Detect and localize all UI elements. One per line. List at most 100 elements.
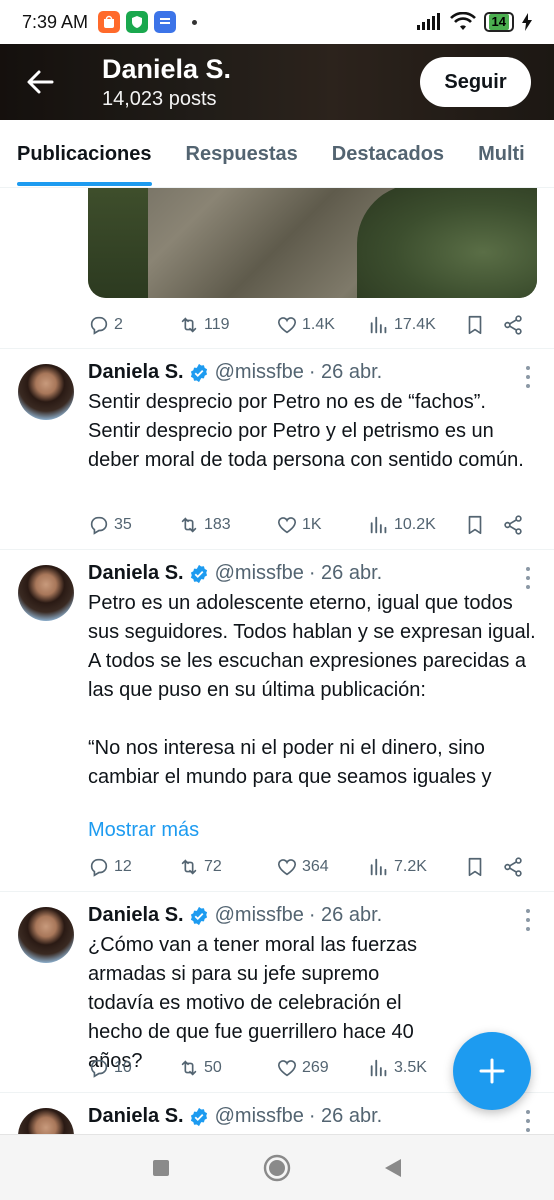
avatar[interactable] xyxy=(18,364,74,420)
reply-icon xyxy=(90,858,108,877)
share-icon xyxy=(504,515,522,535)
plus-icon xyxy=(479,1058,505,1084)
author-name[interactable]: Daniela S. xyxy=(88,562,184,585)
like-button[interactable]: 1.4K xyxy=(276,314,368,336)
tweet-text: Sentir desprecio por Petro no es de “fac… xyxy=(88,391,524,471)
status-time: 7:39 AM xyxy=(22,11,89,32)
tweet-date[interactable]: · 26 abr. xyxy=(309,562,382,585)
reply-icon xyxy=(90,1059,108,1078)
repost-button[interactable]: 183 xyxy=(178,514,276,536)
reply-button[interactable]: 10 xyxy=(88,1057,178,1079)
repost-button[interactable]: 119 xyxy=(178,314,276,336)
heart-icon xyxy=(277,1060,297,1077)
compose-button[interactable] xyxy=(453,1032,531,1110)
wifi-icon xyxy=(449,12,476,30)
shopping-app-icon xyxy=(98,11,121,33)
status-bar: 7:39 AM 14 xyxy=(0,0,554,44)
views-chart-icon xyxy=(370,1059,387,1077)
views-button[interactable]: 10.2K xyxy=(368,514,464,536)
author-handle[interactable]: @missfbe xyxy=(215,1105,304,1128)
tweet-header: Daniela S. @missfbe · 26 abr. xyxy=(88,361,382,384)
views-button[interactable]: 7.2K xyxy=(368,856,464,878)
tab-multimedia[interactable]: Multi xyxy=(461,120,542,187)
tweet-text: Petro es un adolescente eterno, igual qu… xyxy=(88,592,536,788)
back-button[interactable] xyxy=(22,64,58,100)
arrow-left-icon xyxy=(27,70,54,94)
views-button[interactable]: 3.5K xyxy=(368,1057,464,1079)
battery-indicator: 14 xyxy=(483,12,514,32)
repost-button[interactable]: 72 xyxy=(178,856,276,878)
recents-button[interactable] xyxy=(151,1158,171,1178)
bookmark-icon xyxy=(468,857,482,877)
repost-button[interactable]: 50 xyxy=(178,1057,276,1079)
verified-badge-icon xyxy=(190,363,207,382)
share-button[interactable] xyxy=(502,856,524,878)
tweet-date[interactable]: · 26 abr. xyxy=(309,1105,382,1128)
post-actions: 10 50 269 3.5K xyxy=(88,1053,464,1083)
bookmark-button[interactable] xyxy=(464,314,502,336)
reply-button[interactable]: 2 xyxy=(88,314,178,336)
tab-destacados[interactable]: Destacados xyxy=(315,120,461,187)
post-actions: 2 119 1.4K 17.4K xyxy=(88,310,524,340)
author-name[interactable]: Daniela S. xyxy=(88,904,184,927)
tweet-header: Daniela S. @missfbe · 26 abr. xyxy=(88,904,382,927)
tweet-date[interactable]: · 26 abr. xyxy=(309,361,382,384)
back-nav-button[interactable] xyxy=(383,1157,403,1179)
like-button[interactable]: 364 xyxy=(276,856,368,878)
share-button[interactable] xyxy=(502,314,524,336)
bookmark-button[interactable] xyxy=(464,514,502,536)
bookmark-icon xyxy=(468,315,482,335)
author-handle[interactable]: @missfbe xyxy=(215,904,304,927)
share-icon xyxy=(504,315,522,335)
reply-button[interactable]: 35 xyxy=(88,514,178,536)
post-count: 14,023 posts xyxy=(102,88,217,110)
verified-badge-icon xyxy=(190,564,207,583)
profile-name: Daniela S. xyxy=(102,54,232,84)
tweet-header: Daniela S. @missfbe · 26 abr. xyxy=(88,1105,382,1128)
tweet-date[interactable]: · 26 abr. xyxy=(309,904,382,927)
avatar[interactable] xyxy=(18,565,74,621)
tweet[interactable]: Daniela S. @missfbe · 26 abr. Petro es u… xyxy=(0,549,554,891)
profile-header: Daniela S. 14,023 posts Seguir xyxy=(0,44,554,120)
charging-bolt-icon xyxy=(522,13,532,31)
like-button[interactable]: 269 xyxy=(276,1057,368,1079)
document-app-icon xyxy=(154,11,177,33)
author-handle[interactable]: @missfbe xyxy=(215,361,304,384)
reply-icon xyxy=(90,316,108,335)
post-image[interactable] xyxy=(88,188,537,298)
more-options-button[interactable] xyxy=(524,366,532,388)
repost-icon xyxy=(181,317,197,333)
author-handle[interactable]: @missfbe xyxy=(215,562,304,585)
avatar[interactable] xyxy=(18,1108,74,1134)
author-name[interactable]: Daniela S. xyxy=(88,1105,184,1128)
repost-icon xyxy=(181,859,197,875)
home-button[interactable] xyxy=(263,1154,291,1182)
show-more-link[interactable]: Mostrar más xyxy=(88,816,536,845)
timeline: 2 119 1.4K 17.4K Daniela S. @missfbe · 2… xyxy=(0,188,554,1134)
avatar[interactable] xyxy=(18,907,74,963)
tweet-header: Daniela S. @missfbe · 26 abr. xyxy=(88,562,382,585)
more-notifications-dot xyxy=(192,19,198,25)
status-notification-icons xyxy=(98,11,177,33)
share-icon xyxy=(504,857,522,877)
like-button[interactable]: 1K xyxy=(276,514,368,536)
more-options-button[interactable] xyxy=(524,567,532,589)
more-options-button[interactable] xyxy=(524,1110,532,1132)
verified-badge-icon xyxy=(190,1107,207,1126)
security-shield-icon xyxy=(126,11,149,33)
bookmark-button[interactable] xyxy=(464,856,502,878)
share-button[interactable] xyxy=(502,514,524,536)
tab-publicaciones[interactable]: Publicaciones xyxy=(0,120,169,187)
follow-button[interactable]: Seguir xyxy=(420,57,531,107)
more-options-button[interactable] xyxy=(524,909,532,931)
bookmark-icon xyxy=(468,515,482,535)
reply-button[interactable]: 12 xyxy=(88,856,178,878)
views-button[interactable]: 17.4K xyxy=(368,314,464,336)
tweet[interactable]: Daniela S. @missfbe · 26 abr. Sentir des… xyxy=(0,348,554,549)
author-name[interactable]: Daniela S. xyxy=(88,361,184,384)
reply-icon xyxy=(90,516,108,535)
tab-respuestas[interactable]: Respuestas xyxy=(169,120,315,187)
profile-title: Daniela S. 14,023 posts xyxy=(102,52,231,112)
heart-icon xyxy=(277,317,297,334)
heart-icon xyxy=(277,859,297,876)
